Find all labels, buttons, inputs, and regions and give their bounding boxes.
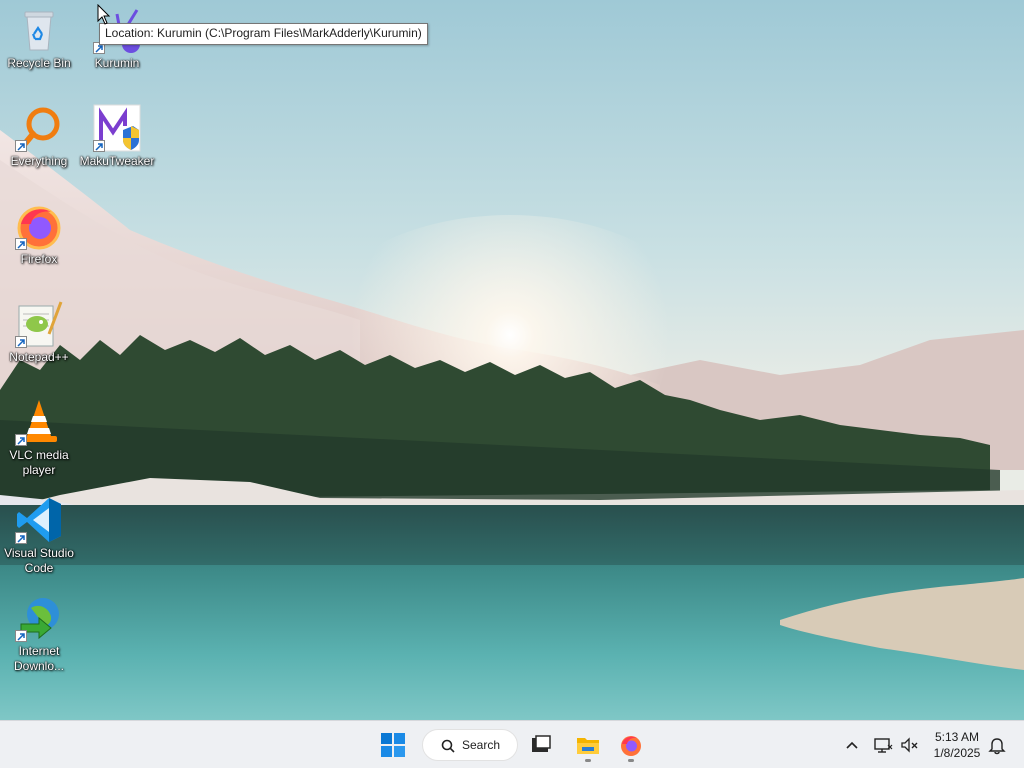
internet-download-manager-icon <box>15 594 63 642</box>
start-button[interactable] <box>375 727 411 763</box>
shortcut-arrow-icon <box>15 336 27 348</box>
windows-logo-icon <box>381 733 405 757</box>
everything-search-icon <box>15 104 63 152</box>
desktop-icon-firefox[interactable]: Firefox <box>0 202 78 267</box>
volume-muted-icon[interactable] <box>899 735 919 755</box>
recycle-bin-icon <box>15 6 63 54</box>
notepad-plus-plus-icon <box>15 300 63 348</box>
desktop-icon-label: Notepad++ <box>9 350 69 364</box>
desktop-icon-notepad-plus-plus[interactable]: Notepad++ <box>0 300 78 365</box>
location-tooltip: Location: Kurumin (C:\Program Files\Mark… <box>99 23 428 45</box>
desktop-icon-everything[interactable]: Everything <box>0 104 78 169</box>
clock-time: 5:13 AM <box>934 730 980 744</box>
running-indicator <box>585 759 591 762</box>
makutweaker-icon <box>93 104 141 152</box>
desktop-icon-label: MakuTweaker <box>79 154 155 168</box>
desktop-icon-vscode[interactable]: Visual Studio Code <box>0 496 78 576</box>
search-label: Search <box>462 738 501 752</box>
show-hidden-icons-chevron-icon[interactable] <box>842 735 862 755</box>
network-icon[interactable] <box>873 735 893 755</box>
desktop-icon-makutweaker[interactable]: MakuTweaker <box>78 104 156 169</box>
firefox-taskbar-button[interactable] <box>613 727 649 763</box>
running-indicator <box>628 759 634 762</box>
desktop-icon-label: Kurumin <box>94 56 140 70</box>
shortcut-arrow-icon <box>15 140 27 152</box>
desktop-icon-internet-download-manager[interactable]: Internet Downlo... <box>0 594 78 674</box>
desktop-icon-recycle-bin[interactable]: Recycle Bin <box>0 6 78 71</box>
shortcut-arrow-icon <box>15 532 27 544</box>
file-explorer-button[interactable] <box>570 727 606 763</box>
desktop-icon-label: Everything <box>10 154 68 168</box>
desktop-icon-label: Internet Downlo... <box>13 644 65 673</box>
desktop-icon-vlc[interactable]: VLC media player <box>0 398 78 478</box>
taskbar-clock[interactable]: 5:13 AM 1/8/2025 <box>924 729 990 761</box>
mouse-cursor-icon <box>97 4 111 25</box>
taskbar-search-button[interactable]: Search <box>422 729 518 761</box>
taskbar: Search 5:13 AM 1/8/2025 <box>0 720 1024 768</box>
clock-date: 1/8/2025 <box>933 746 981 760</box>
firefox-icon <box>621 736 641 756</box>
vlc-icon <box>15 398 63 446</box>
shortcut-arrow-icon <box>15 630 27 642</box>
notification-bell-icon[interactable] <box>987 735 1007 755</box>
desktop-icon-label: Recycle Bin <box>7 56 71 70</box>
search-icon <box>441 739 455 753</box>
desktop-icon-label: VLC media player <box>9 448 69 477</box>
vscode-icon <box>15 496 63 544</box>
shortcut-arrow-icon <box>15 238 27 250</box>
firefox-icon <box>15 202 63 250</box>
file-explorer-icon <box>577 738 599 754</box>
task-view-button[interactable] <box>523 727 559 763</box>
desktop-icon-label: Visual Studio Code <box>4 546 74 575</box>
task-view-icon <box>532 735 551 752</box>
shortcut-arrow-icon <box>93 140 105 152</box>
desktop-icon-label: Firefox <box>20 252 58 266</box>
shortcut-arrow-icon <box>15 434 27 446</box>
